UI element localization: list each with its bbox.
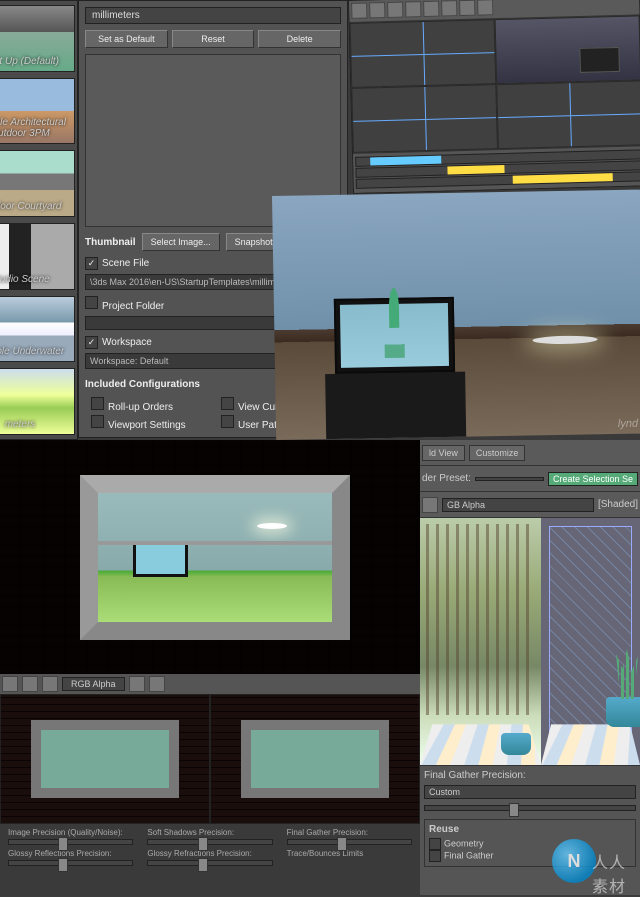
lynda-watermark: lynd [618,418,638,430]
rollup-orders-checkbox[interactable]: Roll-up Orders [91,397,211,413]
camera-sequencer [353,145,640,193]
delete-button[interactable]: Delete [258,30,341,48]
rendered-room-preview: lynd [272,190,640,440]
scene-tv [579,47,620,73]
thumb-studio[interactable]: Studio Scene [0,223,75,290]
thumb-underwater[interactable]: Sample Underwater [0,296,75,363]
frame-toolbar: RGB Alpha [0,674,420,694]
included-config-label: Included Configurations [85,379,200,390]
thumb-label: Studio Scene [0,274,50,285]
toolbar-icon[interactable] [387,2,403,18]
image-precision-label: Image Precision (Quality/Noise): [8,828,133,837]
wireframe-viewport[interactable] [541,518,640,765]
window-frame [80,475,350,640]
rgb-icon[interactable] [129,676,145,692]
viewport-perspective[interactable] [495,15,640,84]
interior-tv [133,542,188,577]
toolbar-icon[interactable] [369,2,385,18]
thumbnail-label: Thumbnail [85,237,136,248]
viewport-left[interactable] [496,80,640,149]
set-default-button[interactable]: Set as Default [85,30,168,48]
thumb-arch-outdoor[interactable]: Sample Architectural Outdoor 3PM [0,78,75,145]
blue-pot [606,697,640,727]
render-output-a[interactable] [0,694,210,824]
view-tab[interactable]: ld View [422,445,465,461]
render-output-b[interactable] [210,694,420,824]
preset-dropdown[interactable] [475,477,544,481]
window-bar [98,541,332,545]
right-toolbar: ld View Customize [420,440,640,466]
thumb-label: Sample Underwater [0,346,64,357]
thumb-label: meters [5,419,36,430]
fg-dropdown[interactable]: Custom [424,785,636,799]
thumb-label: Outdoor Courtyard [0,201,61,212]
toolbar-icon[interactable] [459,0,475,16]
small-pot [501,733,531,755]
photo-render[interactable] [420,518,541,765]
toolbar-icon[interactable] [405,1,421,17]
render-frame-window: RGB Alpha Image Precision (Quality/Noise… [0,674,420,895]
copy-icon[interactable] [22,676,38,692]
trace-bounces-label: Trace/Bounces Limits [287,849,412,858]
render-compare [420,518,640,765]
right-toolbar-3: GB Alpha [Shaded] [420,492,640,518]
viewport-panel [348,0,640,194]
watermark-icon: N [552,839,596,883]
viewport-front[interactable] [351,84,498,153]
channel-dropdown[interactable]: RGB Alpha [62,677,125,691]
thumb-startup[interactable]: Start Up (Default) [0,5,75,72]
select-image-button[interactable]: Select Image... [142,233,220,251]
toolbar-icon[interactable] [351,3,367,19]
fg-precision-label: Final Gather Precision: [424,770,526,781]
clone-icon[interactable] [42,676,58,692]
watermark-text: 人人素材 [592,849,632,897]
glossy-refr-label: Glossy Refractions Precision: [147,849,272,858]
viewport-grid [350,15,640,153]
toolbar-icon[interactable] [423,1,439,17]
final-gather-slider[interactable] [287,839,412,845]
tv-screen [340,303,449,368]
thumb-courtyard[interactable]: Outdoor Courtyard [0,150,75,217]
brick-window-render [0,440,420,675]
reuse-title: Reuse [429,824,631,835]
thumb-label: Start Up (Default) [0,56,59,67]
preset-label: der Preset: [422,473,471,484]
tv [334,297,455,374]
soft-shadows-slider[interactable] [147,839,272,845]
thumb-label: Sample Architectural Outdoor 3PM [0,117,70,139]
alpha-icon[interactable] [149,676,165,692]
interior-view [98,493,332,622]
toolbar-icon[interactable] [477,0,493,16]
customize-tab[interactable]: Customize [469,445,526,461]
alpha-dropdown[interactable]: GB Alpha [442,498,594,512]
glossy-refl-label: Glossy Reflections Precision: [8,849,133,858]
plant-leaves [616,649,638,699]
shaded-label: [Shaded] [598,499,638,510]
render-quality-sliders: Image Precision (Quality/Noise): Soft Sh… [0,824,420,870]
site-watermark: N 人人素材 [552,839,632,887]
striped-tablecloth [541,724,640,765]
soft-shadows-label: Soft Shadows Precision: [147,828,272,837]
tv-plant-image [384,313,405,358]
glossy-refl-slider[interactable] [8,860,133,866]
viewport-settings-checkbox[interactable]: Viewport Settings [91,415,211,431]
toolbar-icon[interactable] [441,0,457,16]
right-render-panel: ld View Customize der Preset: Create Sel… [420,440,640,895]
save-icon[interactable] [2,676,18,692]
tool-icon[interactable] [422,497,438,513]
thumb-meters[interactable]: meters [0,368,75,435]
final-gather-label: Final Gather Precision: [287,828,412,837]
fg-precision-slider[interactable] [424,805,636,811]
glossy-refr-slider[interactable] [147,860,272,866]
image-precision-slider[interactable] [8,839,133,845]
reset-button[interactable]: Reset [172,30,255,48]
create-selection-button[interactable]: Create Selection Se [548,472,638,486]
right-toolbar-2: der Preset: Create Selection Se [420,466,640,492]
ceiling-lamp [532,335,597,344]
viewport-top[interactable] [350,19,497,88]
template-thumbnails: Start Up (Default) Sample Architectural … [0,0,78,440]
template-name-field[interactable]: millimeters [85,7,341,24]
tv-stand [325,372,466,439]
interior-lamp [257,523,287,529]
